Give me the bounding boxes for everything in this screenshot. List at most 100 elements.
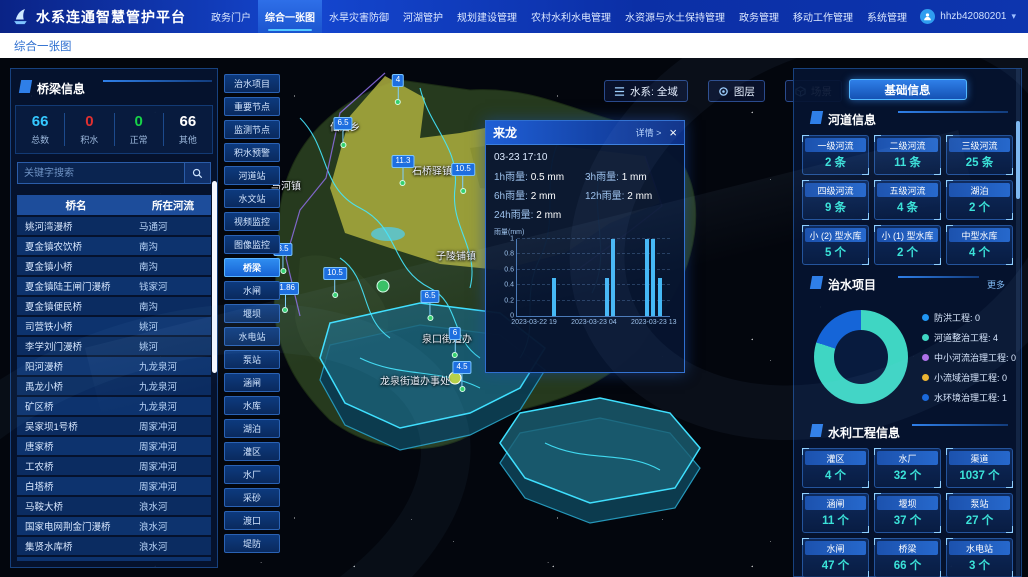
river-cell: 南沟 <box>135 299 211 313</box>
station-marker[interactable]: 4 <box>392 74 404 105</box>
metric-value: 0.5 mm <box>531 172 564 183</box>
layer-item[interactable]: 堰坝 <box>224 304 280 323</box>
close-icon[interactable]: × <box>669 126 677 139</box>
cell-label: 水闸 <box>805 541 866 555</box>
nav-item[interactable]: 水资源与水土保持管理 <box>618 0 732 33</box>
layer-item[interactable]: 水厂 <box>224 465 280 484</box>
station-marker[interactable]: 6.5 <box>420 290 439 321</box>
cell-label: 水电站 <box>949 541 1010 555</box>
table-row[interactable]: 夏金镇农饮桥南沟 <box>17 237 211 255</box>
search-button[interactable] <box>184 163 210 183</box>
search-box <box>17 162 211 184</box>
table-row[interactable]: 夏金镇小桥南沟 <box>17 257 211 275</box>
station-marker[interactable]: 11.3 <box>392 155 415 186</box>
chart-plot-area: 00.20.40.60.812023-03-22 192023-03-23 04… <box>516 239 670 317</box>
layer-item[interactable]: 堤防 <box>224 534 280 553</box>
cell-label: 泵站 <box>949 496 1010 510</box>
nav-item[interactable]: 系统管理 <box>860 0 914 33</box>
stat-value: 0 <box>65 113 113 131</box>
layer-item[interactable]: 河道站 <box>224 166 280 185</box>
table-row[interactable]: 夏金镇陆王闸门漫桥钱家河 <box>17 277 211 295</box>
layer-item[interactable]: 采砂 <box>224 488 280 507</box>
marker-dot-icon <box>459 386 465 392</box>
user-menu[interactable]: hhzb42080201 ▾ <box>920 9 1028 24</box>
table-row[interactable]: 工农桥周家冲河 <box>17 457 211 475</box>
watersystem-scope-button[interactable]: 水系: 全域 <box>604 80 688 102</box>
table-row[interactable]: 李学刘门漫桥姚河 <box>17 337 211 355</box>
table-row[interactable]: 唐家桥周家冲河 <box>17 437 211 455</box>
nav-item[interactable]: 综合一张图 <box>258 0 322 33</box>
chart-bar <box>611 239 615 316</box>
table-row[interactable]: 马鞍大桥浪水河 <box>17 497 211 515</box>
layer-item[interactable]: 桥梁 <box>224 258 280 277</box>
search-input[interactable] <box>18 163 184 183</box>
nav-item[interactable]: 水旱灾害防御 <box>322 0 396 33</box>
table-row[interactable]: 司营铁小桥姚河 <box>17 317 211 335</box>
layers-button[interactable]: 图层 <box>708 80 765 102</box>
projects-donut-chart <box>814 310 908 404</box>
nav-item[interactable]: 河湖管护 <box>396 0 450 33</box>
river-cell: 浪水河 <box>135 499 211 513</box>
chart-bar <box>658 278 662 317</box>
bridge-name-cell: 集贤水库桥 <box>17 539 135 553</box>
river-cell: 周家冲河 <box>135 439 211 453</box>
header-accent-line <box>898 276 979 278</box>
river-stat-cell: 一级河流2 条 <box>802 135 869 175</box>
layer-item[interactable]: 积水预警 <box>224 143 280 162</box>
projects-more-link[interactable]: 更多 <box>987 278 1005 291</box>
layer-item[interactable]: 灌区 <box>224 442 280 461</box>
table-row[interactable]: 禹龙小桥九龙泉河 <box>17 377 211 395</box>
header-accent-line <box>912 424 1008 426</box>
layer-item[interactable]: 涵闸 <box>224 373 280 392</box>
bridge-name-cell: 矿区桥 <box>17 399 135 413</box>
layer-item[interactable]: 水文站 <box>224 189 280 208</box>
table-row[interactable]: 吴家坝1号桥周家冲河 <box>17 417 211 435</box>
marker-dot-icon <box>427 315 433 321</box>
nav-item[interactable]: 农村水利水电管理 <box>524 0 618 33</box>
stat-label: 其他 <box>164 133 212 146</box>
station-marker[interactable]: 6 <box>449 327 461 358</box>
basic-info-button[interactable]: 基础信息 <box>849 79 967 100</box>
projects-header: 治水项目 更多 <box>802 273 1013 295</box>
table-scrollbar[interactable] <box>212 181 217 373</box>
station-marker[interactable]: 10.5 <box>451 163 475 194</box>
layer-item[interactable]: 图像监控 <box>224 235 280 254</box>
metric-label: 1h雨量: <box>494 172 531 183</box>
popup-detail-link[interactable]: 详情 > <box>636 126 662 139</box>
layer-item[interactable]: 湖泊 <box>224 419 280 438</box>
panel-scrollbar[interactable] <box>1016 121 1020 199</box>
nav-item[interactable]: 政务管理 <box>732 0 786 33</box>
table-row[interactable]: 夏金镇便民桥南沟 <box>17 297 211 315</box>
marker-dot-icon <box>332 292 338 298</box>
layer-item[interactable]: 治水项目 <box>224 74 280 93</box>
table-row[interactable]: 集贤水库桥浪水河 <box>17 537 211 555</box>
table-row[interactable]: 国家电网荆金门漫桥浪水河 <box>17 517 211 535</box>
table-row[interactable]: 矿区桥九龙泉河 <box>17 397 211 415</box>
station-marker[interactable]: 10.5 <box>323 267 347 298</box>
nav-item[interactable]: 移动工作管理 <box>786 0 860 33</box>
table-row[interactable]: 阳河漫桥九龙泉河 <box>17 357 211 375</box>
bridge-name-cell: 国家电网荆金门漫桥 <box>17 519 135 533</box>
station-marker[interactable]: 4.5 <box>452 361 471 392</box>
layer-item[interactable]: 水库 <box>224 396 280 415</box>
layer-item[interactable]: 水电站 <box>224 327 280 346</box>
marker-stem-icon <box>397 87 398 99</box>
app-logo: 水系连通智慧管护平台 <box>0 7 204 27</box>
breadcrumb[interactable]: 综合一张图 <box>0 38 72 54</box>
layer-item[interactable]: 渡口 <box>224 511 280 530</box>
cell-label: 涵闸 <box>805 496 866 510</box>
marker-stem-icon <box>334 280 335 292</box>
table-row[interactable]: 白塔桥周家冲河 <box>17 477 211 495</box>
layer-item[interactable]: 水闸 <box>224 281 280 300</box>
layer-item[interactable]: 泵站 <box>224 350 280 369</box>
nav-item[interactable]: 规划建设管理 <box>450 0 524 33</box>
layer-item[interactable]: 视频监控 <box>224 212 280 231</box>
layer-item[interactable]: 重要节点 <box>224 97 280 116</box>
layer-item[interactable]: 监测节点 <box>224 120 280 139</box>
station-marker[interactable]: 6.5 <box>333 117 352 148</box>
legend-dot-icon <box>922 374 929 381</box>
table-row[interactable]: 姚河湾漫桥马通河 <box>17 217 211 235</box>
bridge-stat: 0积水 <box>65 113 114 146</box>
nav-item[interactable]: 政务门户 <box>204 0 258 33</box>
table-row[interactable]: 临家5号漫桥浪水河 <box>17 557 211 561</box>
